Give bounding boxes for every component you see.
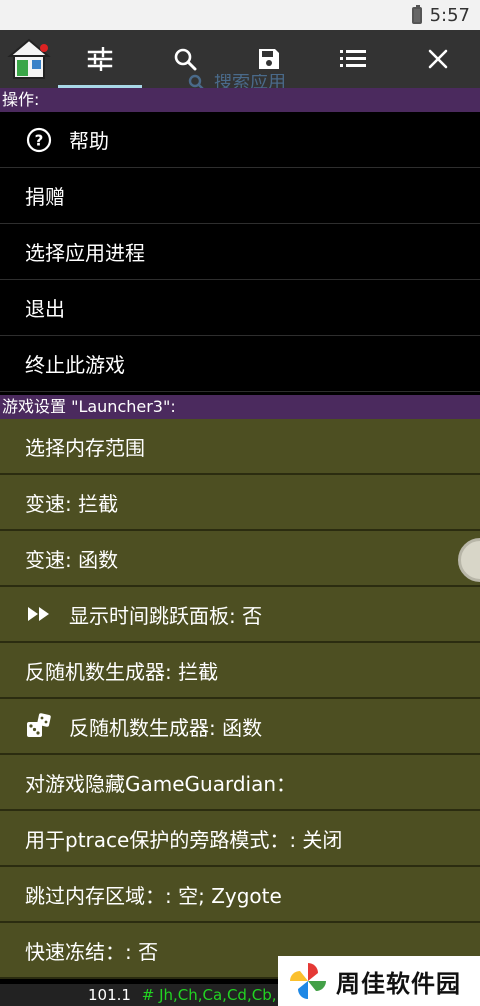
memory-readout: 101.1 xyxy=(88,986,131,1004)
watermark: 周佳软件园 xyxy=(278,956,480,1006)
watermark-text: 周佳软件园 xyxy=(336,969,461,998)
actions-list: ? 帮助 捐赠 选择应用进程 退出 终止此游戏 xyxy=(0,112,480,392)
close-icon xyxy=(428,49,448,69)
actions-section-header: 操作: xyxy=(0,88,480,112)
menu-item-select-process[interactable]: 选择应用进程 xyxy=(0,224,480,280)
setting-label: 反随机数生成器: 拦截 xyxy=(25,659,219,684)
menu-item-label: 捐赠 xyxy=(25,185,65,209)
search-icon xyxy=(188,74,204,88)
menu-item-label: 帮助 xyxy=(69,129,109,153)
setting-label: 反随机数生成器: 函数 xyxy=(69,715,263,740)
status-time: 5:57 xyxy=(429,4,470,26)
close-button[interactable] xyxy=(396,30,480,88)
setting-hide-gameguardian[interactable]: 对游戏隐藏GameGuardian： xyxy=(0,755,480,811)
setting-speedhack-function[interactable]: 变速: 函数 xyxy=(0,531,480,587)
setting-skip-memory-regions[interactable]: 跳过内存区域：: 空; Zygote xyxy=(0,867,480,923)
setting-anti-rng-intercept[interactable]: 反随机数生成器: 拦截 xyxy=(0,643,480,699)
setting-label: 变速: 拦截 xyxy=(25,491,119,516)
menu-item-label: 终止此游戏 xyxy=(25,353,125,377)
menu-item-label: 选择应用进程 xyxy=(25,241,145,265)
game-settings-section-header: 游戏设置 "Launcher3": xyxy=(0,395,480,419)
app-logo-icon[interactable] xyxy=(0,30,58,88)
dice-icon xyxy=(25,712,53,740)
setting-label: 选择内存范围 xyxy=(25,435,145,460)
settings-tab[interactable] xyxy=(58,30,143,88)
setting-label: 快速冻结：: 否 xyxy=(25,939,159,964)
menu-item-help[interactable]: ? 帮助 xyxy=(0,112,480,168)
memory-regions-readout: # Jh,Ch,Ca,Cd,Cb,P xyxy=(141,986,286,1004)
search-icon xyxy=(174,48,197,71)
background-search-hint: 搜索应用 xyxy=(188,74,286,88)
sliders-icon xyxy=(88,47,113,71)
list-icon xyxy=(340,50,367,67)
fast-forward-icon xyxy=(25,600,53,628)
help-icon: ? xyxy=(25,126,53,154)
menu-item-kill-game[interactable]: 终止此游戏 xyxy=(0,336,480,392)
setting-label: 显示时间跳跃面板: 否 xyxy=(69,603,263,628)
pinwheel-logo-icon xyxy=(290,963,326,999)
setting-speedhack-intercept[interactable]: 变速: 拦截 xyxy=(0,475,480,531)
battery-icon xyxy=(411,4,422,24)
game-settings-list: 选择内存范围 变速: 拦截 变速: 函数 显示时间跳跃面板: 否 反随机数生成器… xyxy=(0,419,480,979)
setting-memory-range[interactable]: 选择内存范围 xyxy=(0,419,480,475)
list-button[interactable] xyxy=(311,30,395,88)
setting-label: 变速: 函数 xyxy=(25,547,119,572)
setting-anti-rng-function[interactable]: 反随机数生成器: 函数 xyxy=(0,699,480,755)
status-bar: 5:57 xyxy=(0,0,480,30)
setting-label: 跳过内存区域：: 空; Zygote xyxy=(25,883,282,908)
save-icon xyxy=(259,49,280,69)
menu-item-label: 退出 xyxy=(25,297,65,321)
menu-item-exit[interactable]: 退出 xyxy=(0,280,480,336)
svg-text:?: ? xyxy=(35,131,44,149)
setting-time-jump-panel[interactable]: 显示时间跳跃面板: 否 xyxy=(0,587,480,643)
setting-label: 对游戏隐藏GameGuardian： xyxy=(25,771,297,796)
menu-item-donate[interactable]: 捐赠 xyxy=(0,168,480,224)
setting-ptrace-bypass[interactable]: 用于ptrace保护的旁路模式：: 关闭 xyxy=(0,811,480,867)
setting-label: 用于ptrace保护的旁路模式：: 关闭 xyxy=(25,827,343,852)
